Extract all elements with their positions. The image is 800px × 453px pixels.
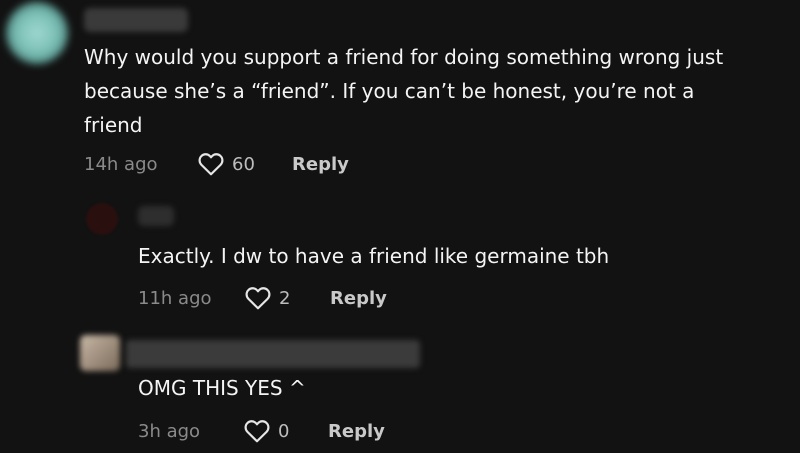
like-button[interactable]: 2 xyxy=(245,286,330,310)
heart-outline-icon[interactable] xyxy=(245,286,271,310)
avatar[interactable] xyxy=(80,335,120,371)
avatar[interactable] xyxy=(6,2,68,64)
like-button[interactable]: 0 xyxy=(244,419,328,443)
username-blurred[interactable] xyxy=(84,8,188,32)
reply-button[interactable]: Reply xyxy=(330,288,387,309)
comment-text: Why would you support a friend for doing… xyxy=(84,45,724,137)
like-count: 60 xyxy=(232,153,255,175)
comment-actions: 14h ago 60 Reply xyxy=(84,150,349,178)
reply-timestamp: 3h ago xyxy=(138,420,201,442)
reply-text: Exactly. I dw to have a friend like germ… xyxy=(138,244,610,268)
like-count: 2 xyxy=(279,287,291,309)
reply-button[interactable]: Reply xyxy=(292,154,349,175)
avatar[interactable] xyxy=(86,203,118,235)
heart-outline-icon[interactable] xyxy=(244,419,270,443)
username-blurred[interactable] xyxy=(126,340,420,368)
reply-actions: 3h ago 0 Reply xyxy=(138,417,385,445)
like-button[interactable]: 60 xyxy=(198,152,292,176)
username-blurred[interactable] xyxy=(138,206,174,226)
reply-actions: 11h ago 2 Reply xyxy=(138,284,387,312)
heart-outline-icon[interactable] xyxy=(198,152,224,176)
reply-button[interactable]: Reply xyxy=(328,421,385,442)
reply-timestamp: 11h ago xyxy=(138,287,212,309)
like-count: 0 xyxy=(278,420,290,442)
comment-timestamp: 14h ago xyxy=(84,153,158,175)
reply-text: OMG THIS YES ^ xyxy=(138,376,306,400)
